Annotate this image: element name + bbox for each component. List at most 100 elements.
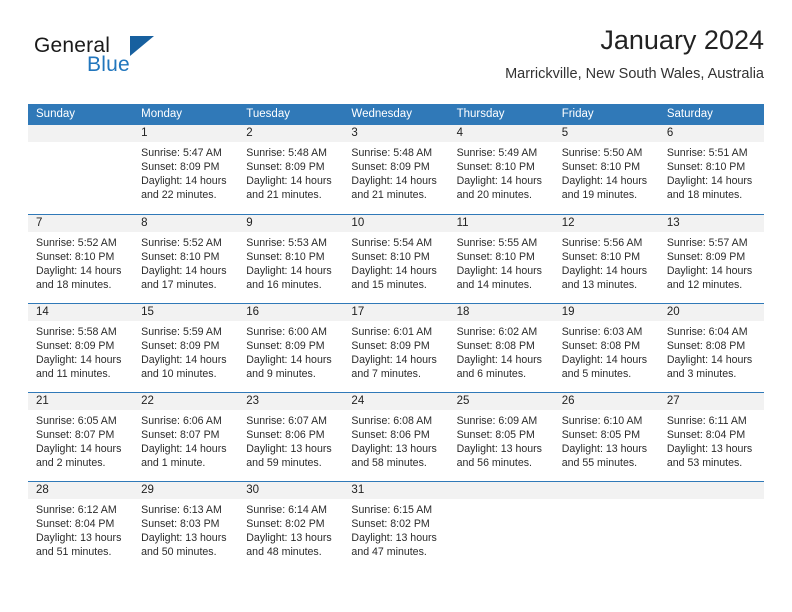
- daylight-text-line1: Daylight: 13 hours: [351, 532, 437, 545]
- day-cell[interactable]: 23 Sunrise: 6:07 AM Sunset: 8:06 PM Dayligh…: [238, 393, 344, 481]
- daylight-text-line2: and 53 minutes.: [666, 457, 743, 470]
- daylight-text-line1: Daylight: 13 hours: [456, 443, 542, 456]
- day-number: 15: [133, 304, 239, 321]
- daylight-text-line2: and 9 minutes.: [246, 368, 316, 381]
- day-cell[interactable]: 22 Sunrise: 6:06 AM Sunset: 8:07 PM Dayligh…: [133, 393, 239, 481]
- day-sun-info: Sunrise: 5:56 AM Sunset: 8:10 PM Daylight:…: [554, 232, 659, 292]
- day-sun-info: Sunrise: 6:13 AM Sunset: 8:03 PM Daylight:…: [133, 499, 238, 559]
- sunset-text: Sunset: 8:10 PM: [561, 251, 641, 264]
- day-cell[interactable]: 13 Sunrise: 5:57 AM Sunset: 8:09 PM Dayligh…: [658, 215, 764, 303]
- week-row: 14 Sunrise: 5:58 AM Sunset: 8:09 PM Dayligh…: [28, 303, 764, 392]
- day-number: [448, 482, 554, 499]
- day-cell[interactable]: 19 Sunrise: 6:03 AM Sunset: 8:08 PM Dayligh…: [553, 304, 659, 392]
- daylight-text-line1: Daylight: 14 hours: [561, 265, 648, 278]
- day-sun-info: Sunrise: 5:50 AM Sunset: 8:10 PM Daylight:…: [554, 142, 659, 202]
- day-cell[interactable]: 3 Sunrise: 5:48 AM Sunset: 8:09 PM Daylight…: [343, 125, 449, 214]
- day-cell-empty: [658, 482, 764, 570]
- sunrise-text: Sunrise: 5:55 AM: [456, 237, 538, 249]
- day-sun-info: Sunrise: 5:55 AM Sunset: 8:10 PM Daylight:…: [449, 232, 554, 292]
- sunrise-text: Sunrise: 6:01 AM: [351, 326, 433, 338]
- day-cell[interactable]: 20 Sunrise: 6:04 AM Sunset: 8:08 PM Dayligh…: [658, 304, 764, 392]
- day-cell[interactable]: 8 Sunrise: 5:52 AM Sunset: 8:10 PM Daylight…: [133, 215, 239, 303]
- sunrise-text: Sunrise: 5:47 AM: [141, 147, 222, 159]
- daylight-text-line2: and 22 minutes.: [141, 189, 217, 202]
- day-sun-info: Sunrise: 6:02 AM Sunset: 8:08 PM Daylight:…: [449, 321, 554, 381]
- day-sun-info: Sunrise: 6:10 AM Sunset: 8:05 PM Daylight:…: [554, 410, 659, 470]
- daylight-text-line1: Daylight: 13 hours: [141, 532, 227, 545]
- day-number: [553, 482, 659, 499]
- day-cell[interactable]: 5 Sunrise: 5:50 AM Sunset: 8:10 PM Daylight…: [553, 125, 659, 214]
- day-sun-info: [449, 499, 554, 503]
- day-number: [28, 125, 134, 142]
- day-cell[interactable]: 27 Sunrise: 6:11 AM Sunset: 8:04 PM Dayligh…: [658, 393, 764, 481]
- daylight-text-line1: Daylight: 14 hours: [666, 175, 753, 188]
- sunset-text: Sunset: 8:07 PM: [36, 429, 115, 442]
- sunrise-text: Sunrise: 5:54 AM: [351, 237, 433, 249]
- day-number: 21: [28, 393, 134, 410]
- daylight-text-line2: and 15 minutes.: [351, 279, 427, 292]
- day-cell[interactable]: 1 Sunrise: 5:47 AM Sunset: 8:09 PM Daylight…: [133, 125, 239, 214]
- day-cell[interactable]: 25 Sunrise: 6:09 AM Sunset: 8:05 PM Dayligh…: [448, 393, 554, 481]
- daylight-text-line2: and 12 minutes.: [666, 279, 743, 292]
- day-sun-info: Sunrise: 5:49 AM Sunset: 8:10 PM Daylight:…: [449, 142, 554, 202]
- day-sun-info: [28, 142, 133, 146]
- sunset-text: Sunset: 8:03 PM: [141, 518, 220, 531]
- daylight-text-line1: Daylight: 14 hours: [36, 443, 122, 456]
- page-title: January 2024: [600, 25, 764, 55]
- day-cell[interactable]: 10 Sunrise: 5:54 AM Sunset: 8:10 PM Dayligh…: [343, 215, 449, 303]
- sunset-text: Sunset: 8:10 PM: [561, 161, 641, 174]
- day-cell[interactable]: 15 Sunrise: 5:59 AM Sunset: 8:09 PM Dayligh…: [133, 304, 239, 392]
- day-cell[interactable]: 24 Sunrise: 6:08 AM Sunset: 8:06 PM Dayligh…: [343, 393, 449, 481]
- daylight-text-line2: and 20 minutes.: [456, 189, 532, 202]
- daylight-text-line1: Daylight: 13 hours: [561, 443, 648, 456]
- day-cell[interactable]: 31 Sunrise: 6:15 AM Sunset: 8:02 PM Dayligh…: [343, 482, 449, 570]
- sunset-text: Sunset: 8:06 PM: [351, 429, 430, 442]
- day-cell[interactable]: 12 Sunrise: 5:56 AM Sunset: 8:10 PM Dayligh…: [553, 215, 659, 303]
- day-cell[interactable]: 11 Sunrise: 5:55 AM Sunset: 8:10 PM Dayligh…: [448, 215, 554, 303]
- daylight-text-line1: Daylight: 13 hours: [36, 532, 122, 545]
- day-cell[interactable]: 21 Sunrise: 6:05 AM Sunset: 8:07 PM Dayligh…: [28, 393, 134, 481]
- day-cell[interactable]: 30 Sunrise: 6:14 AM Sunset: 8:02 PM Dayligh…: [238, 482, 344, 570]
- daylight-text-line2: and 58 minutes.: [351, 457, 427, 470]
- week-row: 1 Sunrise: 5:47 AM Sunset: 8:09 PM Daylight…: [28, 125, 764, 214]
- day-number: 16: [238, 304, 344, 321]
- day-sun-info: Sunrise: 5:47 AM Sunset: 8:09 PM Daylight:…: [133, 142, 238, 202]
- week-row: 28 Sunrise: 6:12 AM Sunset: 8:04 PM Dayligh…: [28, 481, 764, 570]
- sunrise-text: Sunrise: 5:56 AM: [561, 237, 643, 249]
- day-cell[interactable]: 28 Sunrise: 6:12 AM Sunset: 8:04 PM Dayligh…: [28, 482, 134, 570]
- daylight-text-line2: and 56 minutes.: [456, 457, 532, 470]
- day-cell[interactable]: 14 Sunrise: 5:58 AM Sunset: 8:09 PM Dayligh…: [28, 304, 134, 392]
- day-cell[interactable]: 4 Sunrise: 5:49 AM Sunset: 8:10 PM Daylight…: [448, 125, 554, 214]
- sunrise-text: Sunrise: 6:07 AM: [246, 415, 327, 427]
- day-cell[interactable]: 29 Sunrise: 6:13 AM Sunset: 8:03 PM Dayligh…: [133, 482, 239, 570]
- daylight-text-line2: and 55 minutes.: [561, 457, 638, 470]
- day-cell[interactable]: 18 Sunrise: 6:02 AM Sunset: 8:08 PM Dayligh…: [448, 304, 554, 392]
- day-number: 17: [343, 304, 449, 321]
- day-cell-empty: [448, 482, 554, 570]
- sunrise-text: Sunrise: 6:08 AM: [351, 415, 433, 427]
- day-number: 25: [448, 393, 554, 410]
- daylight-text-line1: Daylight: 14 hours: [351, 175, 437, 188]
- day-cell[interactable]: 26 Sunrise: 6:10 AM Sunset: 8:05 PM Dayligh…: [553, 393, 659, 481]
- day-cell[interactable]: 2 Sunrise: 5:48 AM Sunset: 8:09 PM Daylight…: [238, 125, 344, 214]
- sunrise-text: Sunrise: 6:14 AM: [246, 504, 327, 516]
- daylight-text-line2: and 48 minutes.: [246, 546, 322, 559]
- day-sun-info: Sunrise: 6:09 AM Sunset: 8:05 PM Daylight:…: [449, 410, 554, 470]
- day-number: 10: [343, 215, 449, 232]
- day-number: 27: [658, 393, 764, 410]
- day-sun-info: Sunrise: 6:15 AM Sunset: 8:02 PM Daylight:…: [343, 499, 448, 559]
- day-cell[interactable]: 9 Sunrise: 5:53 AM Sunset: 8:10 PM Daylight…: [238, 215, 344, 303]
- day-sun-info: Sunrise: 6:00 AM Sunset: 8:09 PM Daylight:…: [238, 321, 343, 381]
- sunset-text: Sunset: 8:10 PM: [141, 251, 220, 264]
- day-sun-info: Sunrise: 5:58 AM Sunset: 8:09 PM Daylight:…: [28, 321, 133, 381]
- sunset-text: Sunset: 8:08 PM: [561, 340, 641, 353]
- day-cell[interactable]: 17 Sunrise: 6:01 AM Sunset: 8:09 PM Dayligh…: [343, 304, 449, 392]
- general-blue-logo[interactable]: General Blue: [28, 34, 228, 86]
- day-cell[interactable]: 6 Sunrise: 5:51 AM Sunset: 8:10 PM Daylight…: [658, 125, 764, 214]
- day-cell[interactable]: 7 Sunrise: 5:52 AM Sunset: 8:10 PM Daylight…: [28, 215, 134, 303]
- weekday-header-thursday: Thursday: [456, 108, 505, 120]
- day-cell[interactable]: 16 Sunrise: 6:00 AM Sunset: 8:09 PM Dayligh…: [238, 304, 344, 392]
- sunset-text: Sunset: 8:09 PM: [666, 251, 746, 264]
- day-number: 13: [658, 215, 764, 232]
- day-cell-empty: [28, 125, 134, 214]
